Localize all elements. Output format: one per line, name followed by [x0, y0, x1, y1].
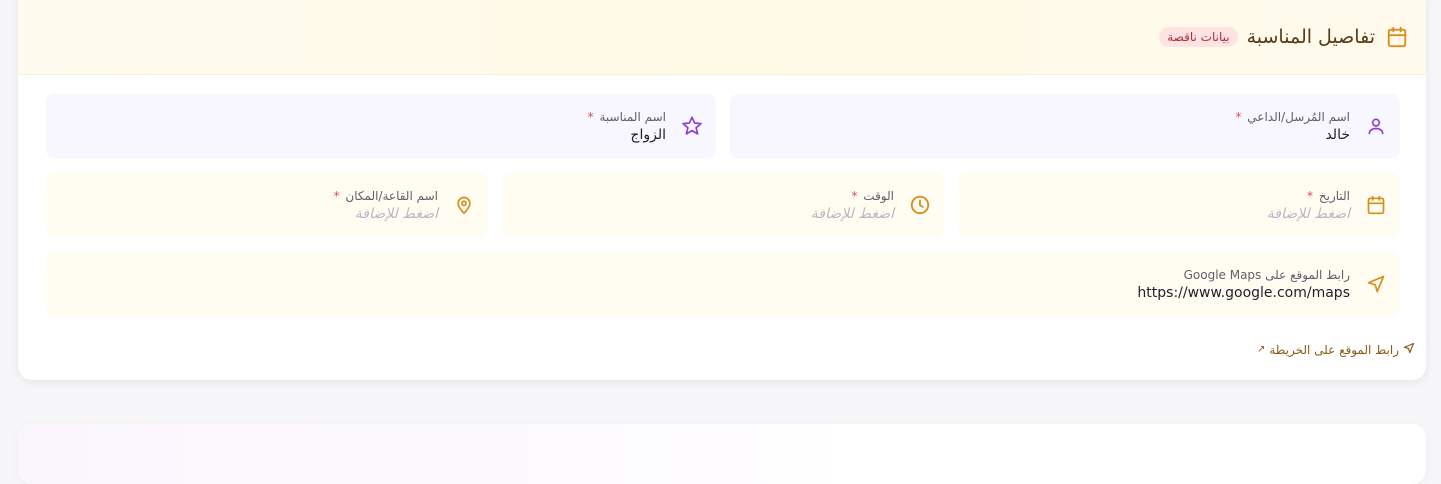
- time-placeholder: اضغط للإضافة: [810, 205, 894, 222]
- venue-label: اسم القاعة/المكان *: [333, 188, 438, 203]
- maps-value: https://www.google.com/maps: [1137, 284, 1350, 301]
- map-pin-icon: [452, 193, 476, 217]
- navigation-icon: [1403, 342, 1415, 357]
- time-label: الوقت *: [851, 188, 894, 203]
- occasion-label: اسم المناسبة *: [587, 109, 666, 124]
- status-badge: بيانات ناقصة: [1159, 27, 1238, 47]
- calendar-icon: [1384, 25, 1408, 49]
- occasion-field[interactable]: اسم المناسبة * الزواج: [46, 94, 716, 158]
- card-header: تفاصيل المناسبة بيانات ناقصة: [18, 0, 1426, 75]
- navigation-icon: [1364, 272, 1388, 296]
- sender-value: خالد: [1325, 126, 1350, 143]
- clock-icon: [908, 193, 932, 217]
- sender-label: اسم المُرسل/الداعي *: [1235, 109, 1350, 124]
- section-title: تفاصيل المناسبة: [1246, 26, 1375, 48]
- maps-field[interactable]: رابط الموقع على Google Maps https://www.…: [46, 252, 1400, 316]
- venue-field[interactable]: اسم القاعة/المكان * اضغط للإضافة: [46, 173, 488, 237]
- maps-label: رابط الموقع على Google Maps: [1183, 267, 1350, 282]
- date-placeholder: اضغط للإضافة: [1266, 205, 1350, 222]
- map-link-label: رابط الموقع على الخريطة: [1269, 342, 1399, 357]
- next-section-card: [18, 424, 1426, 484]
- calendar-icon: [1364, 193, 1388, 217]
- time-field[interactable]: الوقت * اضغط للإضافة: [502, 173, 944, 237]
- date-label: التاريخ *: [1307, 188, 1350, 203]
- user-icon: [1364, 114, 1388, 138]
- map-location-link[interactable]: رابط الموقع على الخريطة ↗: [1257, 342, 1415, 357]
- sender-field[interactable]: اسم المُرسل/الداعي * خالد: [730, 94, 1400, 158]
- date-field[interactable]: التاريخ * اضغط للإضافة: [958, 173, 1400, 237]
- star-icon: [680, 114, 704, 138]
- venue-placeholder: اضغط للإضافة: [354, 205, 438, 222]
- external-link-icon: ↗: [1256, 344, 1266, 355]
- occasion-value: الزواج: [630, 126, 666, 143]
